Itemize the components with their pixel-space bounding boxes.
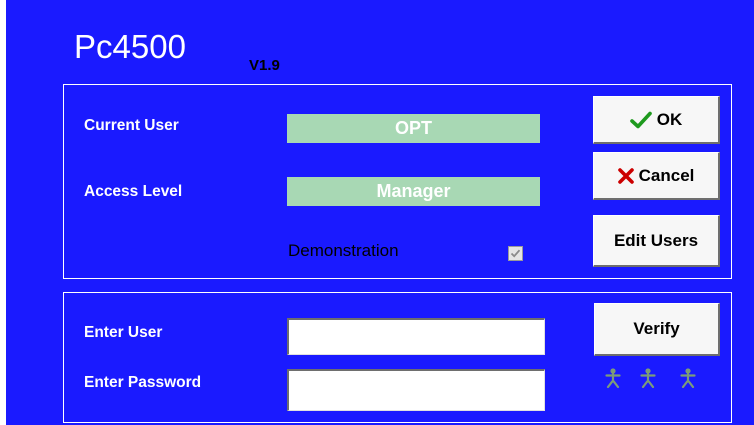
cancel-label: Cancel xyxy=(638,165,695,185)
verify-button[interactable]: Verify xyxy=(594,303,720,356)
ok-button[interactable]: OK xyxy=(593,96,720,144)
ok-label: OK xyxy=(656,109,683,129)
app-title: Pc4500 xyxy=(74,28,186,65)
user-input[interactable] xyxy=(287,318,545,355)
x-icon xyxy=(617,167,634,184)
check-icon xyxy=(629,111,652,129)
demonstration-checkbox[interactable] xyxy=(508,246,523,261)
cancel-button[interactable]: Cancel xyxy=(593,152,720,200)
login-window: Pc4500 V1.9 Current User OPT Access Leve… xyxy=(6,0,754,425)
person-icon xyxy=(640,368,656,388)
edit-users-button[interactable]: Edit Users xyxy=(593,215,720,267)
edit-users-label: Edit Users xyxy=(613,230,699,250)
access-level-label: Access Level xyxy=(84,183,183,200)
app-version: V1.9 xyxy=(249,57,280,74)
enter-password-label: Enter Password xyxy=(84,374,202,391)
password-input[interactable] xyxy=(287,369,545,411)
person-icon xyxy=(605,368,621,388)
checkbox-check-icon xyxy=(510,249,521,258)
current-user-value: OPT xyxy=(287,114,540,143)
access-level-value: Manager xyxy=(287,177,540,206)
verify-label: Verify xyxy=(633,319,680,338)
demonstration-label: Demonstration xyxy=(288,241,399,260)
current-user-label: Current User xyxy=(84,117,179,134)
enter-user-label: Enter User xyxy=(84,324,163,341)
person-icon xyxy=(680,368,696,388)
